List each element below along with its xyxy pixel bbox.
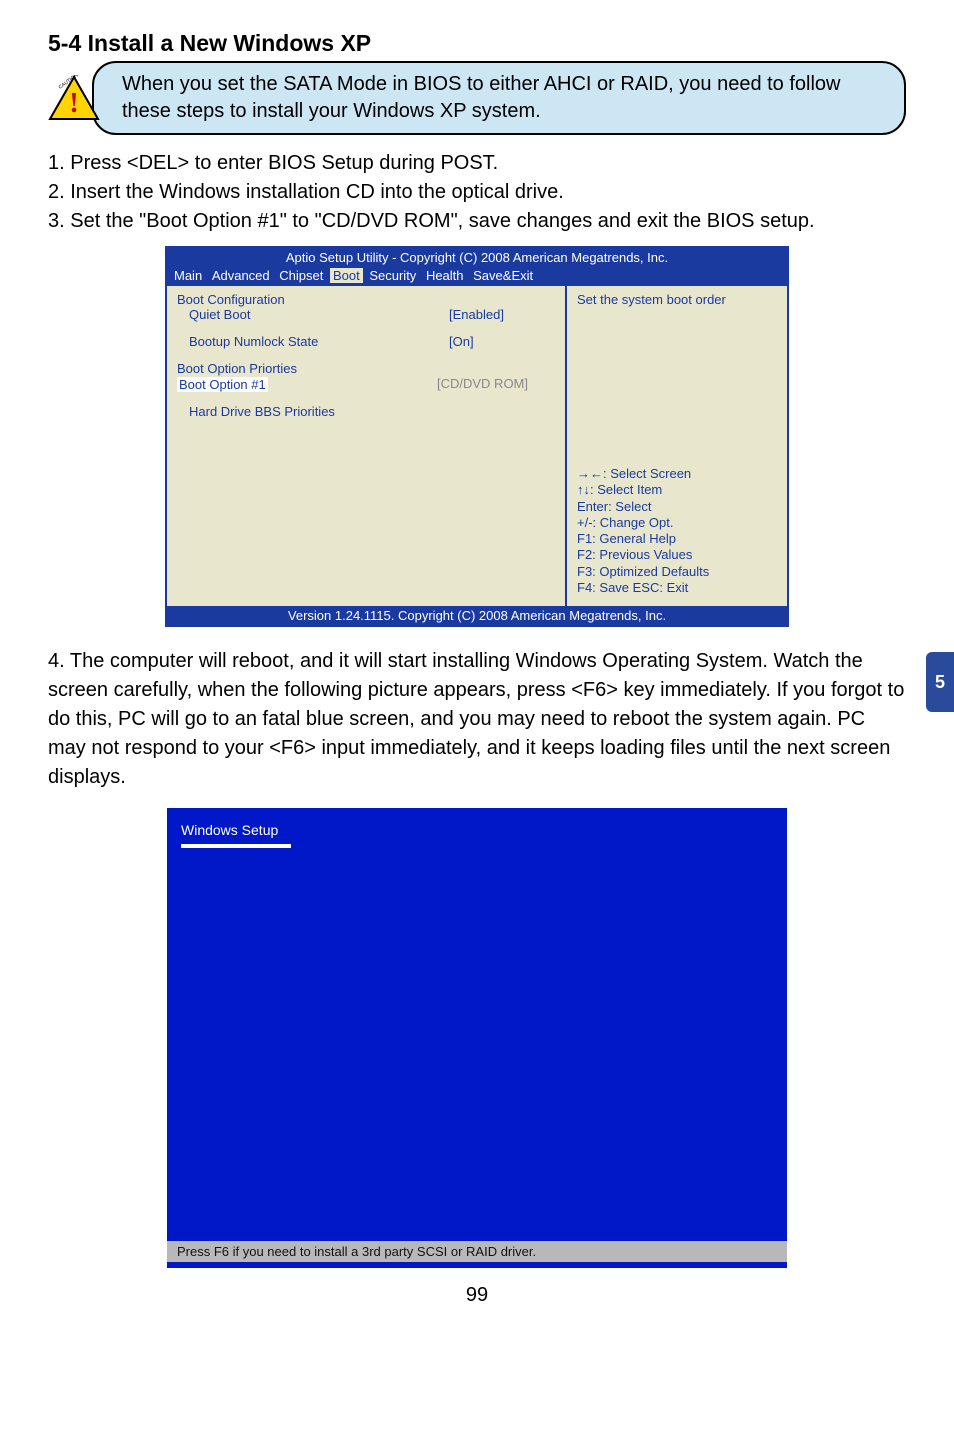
bios-menu: Main Advanced Chipset Boot Security Heal…	[167, 267, 787, 286]
bios-selected-option-value: [CD/DVD ROM]	[437, 376, 528, 392]
bios-help-line: F4: Save ESC: Exit	[577, 580, 709, 596]
caution-callout: ! CAUTION When you set the SATA Mode in …	[48, 61, 906, 135]
bios-help-line: +/-: Change Opt.	[577, 515, 709, 531]
bios-menu-item: Save&Exit	[470, 268, 536, 283]
windows-setup-status: Press F6 if you need to install a 3rd pa…	[167, 1241, 787, 1262]
step-item: 3. Set the "Boot Option #1" to "CD/DVD R…	[48, 207, 906, 236]
bios-menu-item: Chipset	[276, 268, 326, 283]
bios-help-top: Set the system boot order	[577, 292, 777, 307]
step-item: 1. Press <DEL> to enter BIOS Setup durin…	[48, 149, 906, 178]
step-item: 2. Insert the Windows installation CD in…	[48, 178, 906, 207]
bios-menu-item: Advanced	[209, 268, 273, 283]
caution-text: When you set the SATA Mode in BIOS to ei…	[92, 61, 906, 135]
windows-setup-title: Windows Setup	[181, 822, 278, 838]
bios-menu-item-selected: Boot	[330, 268, 363, 283]
bios-menu-item: Main	[171, 268, 205, 283]
bios-option-label: Hard Drive BBS Priorities	[177, 404, 449, 419]
bios-subheading: Boot Option Priorties	[177, 361, 555, 376]
bios-option-label: Bootup Numlock State	[177, 334, 449, 349]
bios-subheading: Boot Configuration	[177, 292, 555, 307]
steps-list: 1. Press <DEL> to enter BIOS Setup durin…	[48, 149, 906, 236]
chapter-tab: 5	[926, 652, 954, 712]
bios-menu-item: Health	[423, 268, 467, 283]
bios-selected-option-label: Boot Option #1	[177, 377, 268, 392]
windows-setup-screenshot: Windows Setup Press F6 if you need to in…	[167, 808, 787, 1268]
bios-footer: Version 1.24.1115. Copyright (C) 2008 Am…	[167, 606, 787, 625]
bios-option-label: Quiet Boot	[177, 307, 449, 322]
bios-screenshot: Aptio Setup Utility - Copyright (C) 2008…	[165, 246, 789, 627]
page-number: 99	[48, 1284, 906, 1307]
section-heading: 5-4 Install a New Windows XP	[48, 30, 906, 57]
bios-help-line: ↑↓: Select Item	[577, 482, 709, 498]
bios-help-line: →←: Select Screen	[577, 466, 709, 482]
bios-help-line: F1: General Help	[577, 531, 709, 547]
bios-help-line: F3: Optimized Defaults	[577, 564, 709, 580]
bios-option-value: [Enabled]	[449, 307, 504, 322]
bios-help-line: Enter: Select	[577, 499, 709, 515]
bios-header: Aptio Setup Utility - Copyright (C) 2008…	[167, 248, 787, 267]
bios-option-value: [On]	[449, 334, 474, 349]
bios-menu-item: Security	[366, 268, 419, 283]
bios-right-pane: Set the system boot order →←: Select Scr…	[567, 286, 787, 606]
bios-left-pane: Boot Configuration Quiet Boot [Enabled] …	[167, 286, 567, 606]
body-paragraph: 4. The computer will reboot, and it will…	[48, 647, 906, 792]
svg-text:!: !	[69, 88, 78, 119]
bios-help-line: F2: Previous Values	[577, 547, 709, 563]
caution-icon: ! CAUTION	[48, 75, 100, 121]
bios-help-keys: →←: Select Screen ↑↓: Select Item Enter:…	[577, 466, 709, 596]
windows-setup-rule	[181, 844, 291, 848]
